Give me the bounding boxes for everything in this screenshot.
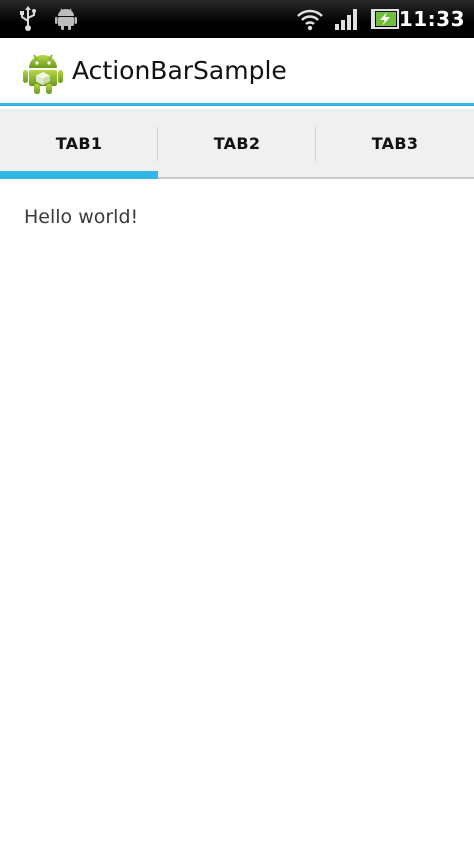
status-bar: 11:33 <box>0 0 474 38</box>
tab-label: TAB1 <box>55 133 103 153</box>
action-bar: ActionBarSample <box>0 38 474 106</box>
tab-2[interactable]: TAB2 <box>158 109 316 177</box>
battery-charging-icon <box>371 9 399 33</box>
hello-world-text: Hello world! <box>24 206 139 228</box>
android-launcher-icon[interactable] <box>22 51 64 95</box>
app-title: ActionBarSample <box>72 56 287 85</box>
tab-bar: TAB1 TAB2 TAB3 <box>0 109 474 179</box>
signal-icon <box>334 7 360 35</box>
wifi-icon <box>296 7 324 35</box>
selected-tab-indicator <box>0 171 158 179</box>
tab-label: TAB2 <box>213 133 261 153</box>
tab-3[interactable]: TAB3 <box>316 109 474 177</box>
status-clock: 11:33 <box>398 7 465 31</box>
tab-1[interactable]: TAB1 <box>0 109 158 179</box>
tab-label: TAB3 <box>371 133 419 153</box>
app-screen: 11:33 ActionBarSample TAB1 TAB2 TAB3 Hel… <box>0 0 474 843</box>
android-notification-icon <box>55 6 77 34</box>
usb-icon <box>18 6 38 36</box>
